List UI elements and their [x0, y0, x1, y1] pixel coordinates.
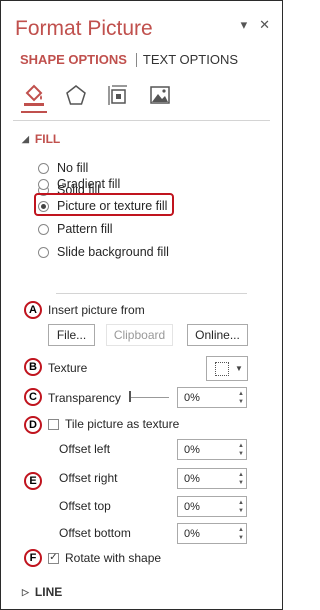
- transparency-value[interactable]: 0%: [178, 392, 236, 404]
- texture-label: Texture: [48, 361, 88, 375]
- online-button[interactable]: Online...: [187, 324, 248, 346]
- callout-badge-f: F: [24, 549, 42, 567]
- pane-title: Format Picture: [15, 17, 153, 40]
- callout-badge-b: B: [24, 358, 42, 376]
- pane-options-icon[interactable]: ▾: [241, 17, 248, 33]
- radio-label: Gradient fill: [57, 177, 121, 191]
- line-header-label: LINE: [34, 585, 63, 599]
- offset-left-value[interactable]: 0%: [178, 444, 236, 456]
- radio-button[interactable]: [38, 223, 49, 235]
- divider: [56, 293, 247, 294]
- file-button[interactable]: File...: [48, 324, 95, 346]
- offset-left-spinner[interactable]: 0% ▲ ▼: [177, 439, 247, 460]
- offset-bottom-spinner[interactable]: 0% ▲ ▼: [177, 523, 247, 544]
- divider: [13, 120, 270, 121]
- picture-icon[interactable]: [145, 80, 175, 110]
- radio-label: Pattern fill: [57, 222, 113, 236]
- radio-button[interactable]: [38, 162, 49, 174]
- offset-top-spinner[interactable]: 0% ▲ ▼: [177, 496, 247, 517]
- rotate-label: Rotate with shape: [65, 551, 162, 565]
- spinner-arrows-icon[interactable]: ▲ ▼: [236, 497, 246, 516]
- callout-badge-a: A: [24, 301, 42, 319]
- offset-right-spinner[interactable]: 0% ▲ ▼: [177, 468, 247, 489]
- format-picture-pane: Format Picture ▾ ✕ SHAPE OPTIONS TEXT OP…: [0, 0, 283, 610]
- rotate-checkbox[interactable]: ✓: [48, 552, 59, 564]
- spinner-arrows-icon[interactable]: ▲ ▼: [236, 469, 246, 488]
- callout-badge-d: D: [24, 416, 42, 434]
- tab-text-options[interactable]: TEXT OPTIONS: [143, 52, 238, 67]
- offset-right-value[interactable]: 0%: [178, 473, 236, 485]
- line-section-header[interactable]: ▷ LINE: [22, 585, 62, 599]
- radio-button[interactable]: [38, 246, 49, 258]
- callout-badge-e: E: [24, 472, 42, 490]
- tab-separator: [135, 52, 137, 67]
- collapse-caret-icon: ◢: [22, 133, 29, 144]
- pane-controls: ▾ ✕: [241, 17, 270, 33]
- chevron-down-icon: ▼: [235, 364, 243, 373]
- spinner-arrows-icon[interactable]: ▲ ▼: [236, 440, 246, 459]
- transparency-slider-track[interactable]: [129, 397, 169, 398]
- clipboard-button[interactable]: Clipboard: [106, 324, 173, 346]
- size-properties-icon[interactable]: [103, 80, 133, 110]
- texture-dropdown[interactable]: ▼: [206, 356, 248, 381]
- offset-bottom-value[interactable]: 0%: [178, 528, 236, 540]
- tile-checkbox[interactable]: [48, 418, 59, 430]
- transparency-label: Transparency: [48, 391, 121, 405]
- radio-slide-background-fill[interactable]: Slide background fill: [38, 245, 169, 259]
- selection-highlight-box: [34, 193, 174, 216]
- radio-pattern-fill[interactable]: Pattern fill: [38, 222, 113, 236]
- radio-button[interactable]: [38, 178, 49, 190]
- insert-picture-from-label: Insert picture from: [48, 303, 145, 317]
- radio-no-fill[interactable]: No fill: [38, 161, 88, 175]
- spinner-arrows-icon[interactable]: ▲ ▼: [236, 388, 246, 407]
- callout-badge-c: C: [24, 388, 42, 406]
- radio-gradient-fill-row[interactable]: Gradient fill: [38, 177, 120, 191]
- transparency-spinner[interactable]: 0% ▲ ▼: [177, 387, 247, 408]
- tile-picture-row[interactable]: Tile picture as texture: [48, 417, 179, 431]
- category-icons: [19, 80, 175, 113]
- offset-bottom-label: Offset bottom: [59, 526, 131, 540]
- close-icon[interactable]: ✕: [259, 17, 270, 33]
- radio-label: No fill: [57, 161, 89, 175]
- radio-label: Slide background fill: [57, 245, 169, 259]
- effects-icon[interactable]: [61, 80, 91, 110]
- tile-label: Tile picture as texture: [65, 417, 180, 431]
- transparency-slider-thumb[interactable]: [129, 391, 131, 402]
- tab-shape-options[interactable]: SHAPE OPTIONS: [20, 52, 127, 67]
- offset-top-label: Offset top: [59, 499, 111, 513]
- spinner-arrows-icon[interactable]: ▲ ▼: [236, 524, 246, 543]
- fill-section-header[interactable]: ◢ FILL: [22, 132, 60, 146]
- fill-header-label: FILL: [34, 132, 61, 146]
- offset-right-label: Offset right: [59, 471, 118, 485]
- expand-caret-icon: ▷: [22, 586, 29, 597]
- fill-line-icon[interactable]: [19, 80, 49, 113]
- offset-top-value[interactable]: 0%: [178, 501, 236, 513]
- options-tabs: SHAPE OPTIONS TEXT OPTIONS: [20, 52, 238, 67]
- texture-swatch-icon: [215, 361, 229, 376]
- offset-left-label: Offset left: [59, 442, 111, 456]
- rotate-with-shape-row[interactable]: ✓ Rotate with shape: [48, 551, 161, 565]
